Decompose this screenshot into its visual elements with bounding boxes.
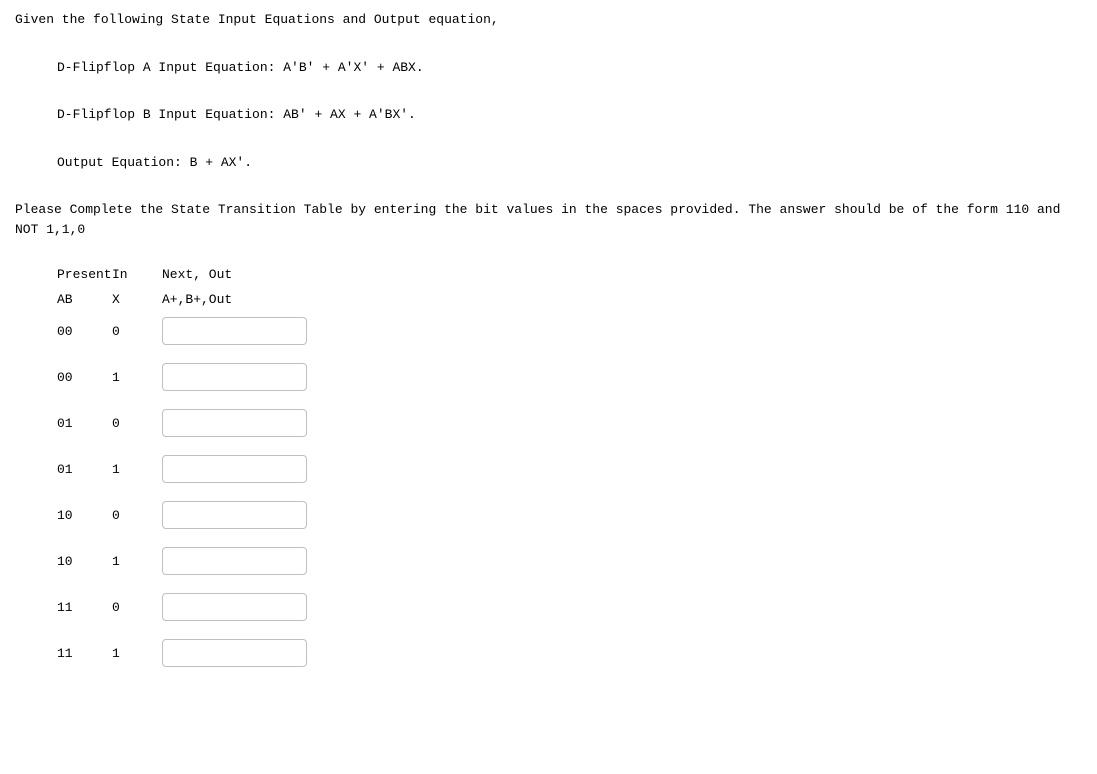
header-ab: AB xyxy=(57,292,112,307)
header-nextout: Next, Out xyxy=(162,267,322,282)
cell-x: 1 xyxy=(112,462,162,477)
cell-ab: 00 xyxy=(57,324,112,339)
cell-ab: 10 xyxy=(57,508,112,523)
answer-input[interactable] xyxy=(162,455,307,483)
table-row: 01 0 xyxy=(57,409,1082,437)
header-in: In xyxy=(112,267,162,282)
cell-ab: 00 xyxy=(57,370,112,385)
table-row: 10 1 xyxy=(57,547,1082,575)
instructions-text: Please Complete the State Transition Tab… xyxy=(15,200,1082,239)
table-header-group1: Present In Next, Out xyxy=(57,267,1082,282)
answer-input[interactable] xyxy=(162,363,307,391)
header-present: Present xyxy=(57,267,112,282)
table-row: 00 0 xyxy=(57,317,1082,345)
answer-input[interactable] xyxy=(162,547,307,575)
cell-ab: 10 xyxy=(57,554,112,569)
equation-b: D-Flipflop B Input Equation: AB' + AX + … xyxy=(57,105,1082,125)
cell-ab: 11 xyxy=(57,646,112,661)
answer-input[interactable] xyxy=(162,501,307,529)
equation-out: Output Equation: B + AX'. xyxy=(57,153,1082,173)
state-table: Present In Next, Out AB X A+,B+,Out 00 0… xyxy=(57,267,1082,667)
table-header-group2: AB X A+,B+,Out xyxy=(57,292,1082,307)
intro-text: Given the following State Input Equation… xyxy=(15,10,1082,30)
cell-x: 1 xyxy=(112,554,162,569)
cell-x: 1 xyxy=(112,370,162,385)
table-row: 11 1 xyxy=(57,639,1082,667)
cell-ab: 01 xyxy=(57,416,112,431)
header-cols: A+,B+,Out xyxy=(162,292,322,307)
table-row: 10 0 xyxy=(57,501,1082,529)
table-row: 11 0 xyxy=(57,593,1082,621)
table-row: 00 1 xyxy=(57,363,1082,391)
answer-input[interactable] xyxy=(162,639,307,667)
answer-input[interactable] xyxy=(162,317,307,345)
answer-input[interactable] xyxy=(162,593,307,621)
header-x: X xyxy=(112,292,162,307)
cell-x: 1 xyxy=(112,646,162,661)
answer-input[interactable] xyxy=(162,409,307,437)
cell-ab: 01 xyxy=(57,462,112,477)
cell-x: 0 xyxy=(112,508,162,523)
table-row: 01 1 xyxy=(57,455,1082,483)
cell-x: 0 xyxy=(112,324,162,339)
cell-ab: 11 xyxy=(57,600,112,615)
equation-a: D-Flipflop A Input Equation: A'B' + A'X'… xyxy=(57,58,1082,78)
cell-x: 0 xyxy=(112,416,162,431)
cell-x: 0 xyxy=(112,600,162,615)
